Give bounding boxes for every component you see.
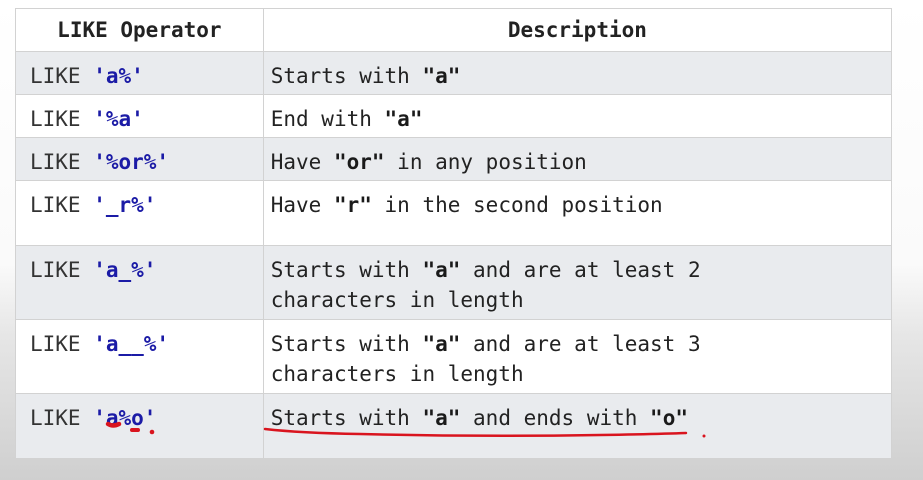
- table-row: LIKE 'a__%' Starts with "a" and are at le…: [16, 320, 892, 394]
- quoted-term: "a": [422, 64, 461, 88]
- table-row: LIKE 'a%' Starts with "a": [16, 52, 892, 95]
- like-pattern: 'a%': [93, 64, 144, 88]
- like-keyword: LIKE: [30, 64, 94, 88]
- description-text: Starts with: [270, 406, 423, 430]
- description-text: and ends with: [460, 406, 651, 430]
- quoted-term: "o": [650, 406, 688, 430]
- description-line: characters in length: [271, 359, 891, 389]
- quoted-term: "a": [384, 107, 423, 131]
- description-line: characters in length: [271, 285, 891, 315]
- quoted-term: "a": [422, 258, 461, 282]
- operator-cell: LIKE '_r%': [16, 181, 264, 245]
- quoted-term: "r": [333, 193, 372, 217]
- description-text: Have: [270, 193, 334, 217]
- operator-cell: LIKE '%a': [16, 95, 264, 137]
- description-cell: Starts with "a" and ends with "o": [264, 394, 892, 458]
- operator-cell: LIKE '%or%': [16, 138, 264, 180]
- like-keyword: LIKE: [30, 258, 94, 282]
- description-text: and are at least 3: [460, 332, 701, 356]
- table-row: LIKE '%or%' Have "or" in any position: [16, 138, 892, 181]
- description-text: characters in length: [270, 362, 524, 386]
- description-text: Have: [270, 150, 334, 174]
- quoted-term: "a": [422, 406, 461, 430]
- description-cell: Have "or" in any position: [264, 138, 892, 180]
- description-text: and are at least 2: [460, 258, 701, 282]
- description-text: in any position: [384, 150, 587, 174]
- operator-cell: LIKE 'a%o': [16, 394, 264, 458]
- header-like-operator: LIKE Operator: [16, 9, 264, 51]
- quoted-term: "or": [333, 150, 385, 174]
- description-line: Starts with "a": [271, 61, 891, 91]
- description-text: characters in length: [270, 288, 524, 312]
- description-cell: Have "r" in the second position: [264, 181, 892, 245]
- description-cell: End with "a": [264, 95, 892, 137]
- description-cell: Starts with "a" and are at least 2 charac…: [264, 246, 892, 319]
- operator-cell: LIKE 'a_%': [16, 246, 264, 319]
- like-keyword: LIKE: [30, 107, 94, 131]
- like-pattern: 'a%o': [93, 406, 157, 430]
- description-cell: Starts with "a" and are at least 3 charac…: [264, 320, 892, 393]
- description-text: Starts with: [270, 332, 423, 356]
- description-line: Have "r" in the second position: [271, 190, 891, 220]
- description-text: Starts with: [270, 64, 423, 88]
- like-keyword: LIKE: [30, 332, 94, 356]
- description-text: in the second position: [371, 193, 663, 217]
- quoted-term: "a": [422, 332, 461, 356]
- table-body: LIKE 'a%' Starts with "a" LIKE '%a' End wit…: [16, 52, 892, 459]
- table-row: LIKE 'a%o' Starts with "a" and ends with …: [16, 394, 892, 459]
- description-line: Starts with "a" and ends with "o": [271, 403, 891, 433]
- header-description: Description: [264, 9, 892, 51]
- description-line: Starts with "a" and are at least 3: [271, 329, 891, 359]
- table-header-row: LIKE Operator Description: [16, 9, 892, 52]
- description-line: Have "or" in any position: [271, 147, 891, 177]
- like-pattern: '%or%': [93, 150, 170, 174]
- like-pattern: 'a__%': [93, 332, 170, 356]
- like-keyword: LIKE: [30, 406, 94, 430]
- like-pattern: 'a_%': [93, 258, 157, 282]
- like-operator-table: LIKE Operator Description LIKE 'a%' Start…: [15, 8, 892, 459]
- operator-cell: LIKE 'a__%': [16, 320, 264, 393]
- like-keyword: LIKE: [30, 150, 94, 174]
- table-row: LIKE '_r%' Have "r" in the second positio…: [16, 181, 892, 246]
- operator-cell: LIKE 'a%': [16, 52, 264, 94]
- table-row: LIKE 'a_%' Starts with "a" and are at lea…: [16, 246, 892, 320]
- description-line: Starts with "a" and are at least 2: [271, 255, 891, 285]
- description-cell: Starts with "a": [264, 52, 892, 94]
- like-pattern: '_r%': [93, 193, 157, 217]
- description-text: End with: [270, 107, 385, 131]
- description-text: Starts with: [270, 258, 423, 282]
- table-row: LIKE '%a' End with "a": [16, 95, 892, 138]
- like-pattern: '%a': [93, 107, 144, 131]
- like-keyword: LIKE: [30, 193, 94, 217]
- description-line: End with "a": [271, 104, 891, 134]
